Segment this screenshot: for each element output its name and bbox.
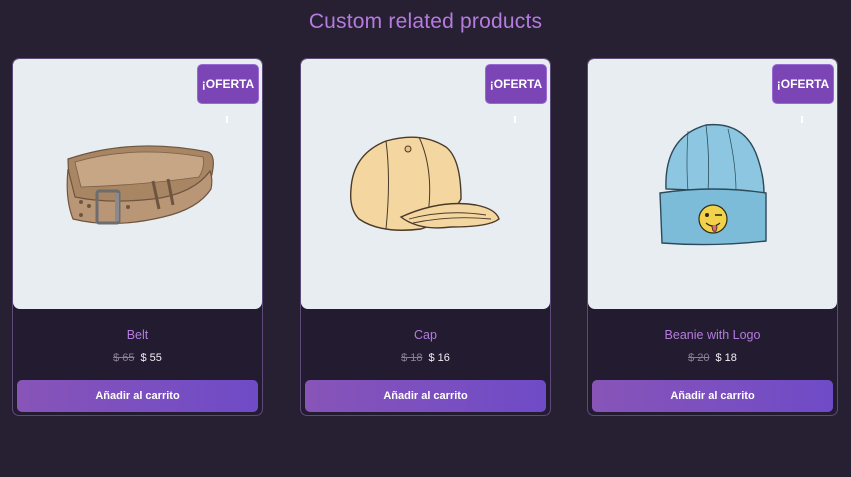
badge-marker	[514, 116, 516, 123]
sale-price: $ 16	[428, 352, 450, 364]
product-card-beanie[interactable]: ¡OFERTA Beanie with Logo $ 20 $ 18 Añadir…	[587, 58, 838, 416]
sale-badge: ¡OFERTA	[197, 64, 259, 104]
sale-badge: ¡OFERTA	[485, 64, 547, 104]
section-title: Custom related products	[308, 10, 543, 33]
add-to-cart-button[interactable]: Añadir al carrito	[305, 380, 546, 412]
product-card-belt[interactable]: ¡OFERTA Belt $ 65 $ 55 Añadir al carrito	[12, 58, 263, 416]
product-image-beanie[interactable]: ¡OFERTA	[588, 59, 837, 309]
badge-marker	[226, 116, 228, 123]
product-image-belt[interactable]: ¡OFERTA	[13, 59, 262, 309]
product-prices: $ 20 $ 18	[588, 352, 837, 364]
badge-marker	[801, 116, 803, 123]
old-price: $ 65	[113, 352, 135, 364]
old-price: $ 20	[688, 352, 710, 364]
product-name-beanie[interactable]: Beanie with Logo	[588, 328, 837, 342]
product-card-cap[interactable]: ¡OFERTA Cap $ 18 $ 16 Añadir al carrito	[300, 58, 551, 416]
add-to-cart-button[interactable]: Añadir al carrito	[592, 380, 833, 412]
sale-price: $ 18	[715, 352, 737, 364]
old-price: $ 18	[401, 352, 423, 364]
product-name-cap[interactable]: Cap	[301, 328, 550, 342]
sale-badge: ¡OFERTA	[772, 64, 834, 104]
product-prices: $ 65 $ 55	[13, 352, 262, 364]
product-prices: $ 18 $ 16	[301, 352, 550, 364]
product-image-cap[interactable]: ¡OFERTA	[301, 59, 550, 309]
sale-price: $ 55	[140, 352, 162, 364]
related-products-page: Custom related products ¡OFERTA Belt $ 6…	[0, 0, 851, 477]
add-to-cart-button[interactable]: Añadir al carrito	[17, 380, 258, 412]
product-name-belt[interactable]: Belt	[13, 328, 262, 342]
